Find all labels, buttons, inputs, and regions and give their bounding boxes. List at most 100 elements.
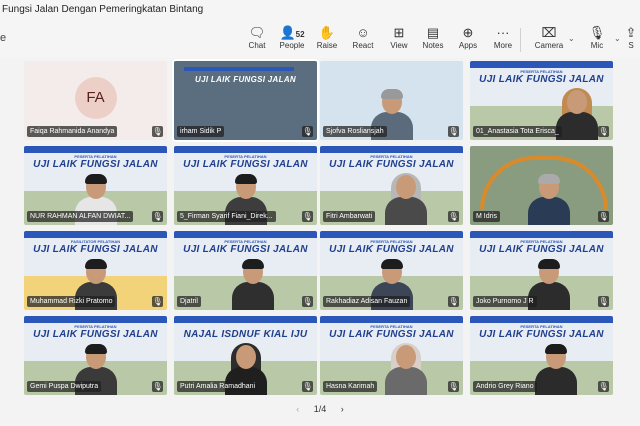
participant-tile[interactable]: PESERTA PELATIHAN UJI LAIK FUNGSI JALAN … — [174, 146, 317, 225]
mic-off-icon: 🎙 — [448, 381, 459, 392]
participant-tile[interactable]: PESERTA PELATIHAN UJI LAIK FUNGSI JALAN … — [24, 316, 167, 395]
camera-options-chevron-icon[interactable]: ⌄ — [568, 34, 575, 43]
participant-name: Gemi Puspa Dwiputra — [27, 381, 102, 392]
slide-title: UJI LAIK FUNGSI JALAN — [329, 159, 454, 170]
participant-video — [527, 174, 570, 225]
participant-name: Muhammad Rizki Pratomo — [27, 296, 116, 307]
participant-tile[interactable]: FASILITATOR PELATIHAN UJI LAIK FUNGSI JA… — [24, 231, 167, 310]
slide-banner — [470, 316, 613, 323]
head-shape — [235, 345, 256, 369]
mic-off-icon: 🎙 — [448, 296, 459, 307]
body-shape — [384, 367, 427, 395]
participant-video — [384, 343, 427, 395]
participant-name: M Idris — [473, 211, 500, 222]
mic-options-chevron-icon[interactable]: ⌄ — [614, 34, 621, 43]
participant-name: Djatril — [177, 296, 201, 307]
plus-icon: ⊕ — [462, 25, 474, 40]
camera-label: Camera — [534, 41, 564, 50]
mic-label: Mic — [590, 41, 604, 50]
mic-off-icon: 🎙 — [588, 25, 606, 40]
slide-banner — [320, 316, 463, 323]
avatar: FA — [74, 77, 117, 119]
smiley-icon: ☺ — [356, 25, 370, 40]
participant-name: 5_Firman Syarif Fiani_Direk... — [177, 211, 276, 222]
react-button[interactable]: ☺ React — [344, 24, 382, 54]
participant-tile[interactable]: PESERTA PELATIHAN UJI LAIK FUNGSI JALAN … — [174, 231, 317, 310]
apps-label: Apps — [458, 41, 478, 50]
participant-tile[interactable]: PESERTA PELATIHAN UJI LAIK FUNGSI JALAN … — [320, 146, 463, 225]
bottom-strip — [0, 416, 640, 426]
hair-shape — [380, 89, 403, 99]
raise-label: Raise — [316, 41, 338, 50]
back-icon[interactable]: e — [0, 32, 6, 44]
grid-icon: ⊞ — [393, 25, 405, 40]
slide-title: UJI LAIK FUNGSI JALAN — [183, 244, 308, 255]
body-shape — [556, 112, 599, 140]
people-label: People — [279, 41, 305, 50]
participant-name: Joko Purnomo J R — [473, 296, 537, 307]
mic-button[interactable]: 🎙 Mic — [578, 24, 616, 54]
participant-tile[interactable]: Sjofva Rosliansjah 🎙 — [320, 61, 463, 140]
slide-title: UJI LAIK FUNGSI JALAN — [33, 159, 158, 170]
participant-tile[interactable]: PESERTA PELATIHAN UJI LAIK FUNGSI JALAN … — [470, 61, 613, 140]
window-title: Fungsi Jalan Dengan Pemeringkatan Bintan… — [0, 0, 640, 20]
participant-tile[interactable]: PESERTA PELATIHAN UJI LAIK FUNGSI JALAN … — [320, 316, 463, 395]
react-label: React — [352, 41, 374, 50]
camera-button[interactable]: ⌧ Camera — [530, 24, 568, 54]
slide-banner — [24, 316, 167, 323]
mic-off-icon: 🎙 — [152, 211, 163, 222]
gallery-pager: ‹ 1/4 › — [0, 402, 640, 416]
body-shape — [527, 197, 570, 225]
people-icon: 👤52 — [279, 25, 305, 40]
hair-shape — [537, 259, 560, 269]
participant-tile[interactable]: UJI LAIK FUNGSI JALAN irham Sidik P 🎙 — [172, 59, 319, 142]
participant-video — [556, 88, 599, 140]
participant-tile[interactable]: PESERTA PELATIHAN UJI LAIK FUNGSI JALAN … — [470, 231, 613, 310]
participant-tile[interactable]: NAJAL ISDNUF KIAL IJU Putri Amalia Ramad… — [174, 316, 317, 395]
next-page-button[interactable]: › — [341, 404, 344, 414]
participant-name: Faiqa Rahmanida Anandya — [27, 126, 118, 137]
share-label: S — [628, 41, 634, 50]
hand-icon: ✋ — [318, 25, 336, 40]
participant-tile[interactable]: M Idris 🎙 — [470, 146, 613, 225]
prev-page-button[interactable]: ‹ — [296, 404, 299, 414]
hair-shape — [84, 259, 107, 269]
share-button[interactable]: ⇪ S — [622, 24, 640, 54]
raise-hand-button[interactable]: ✋ Raise — [308, 24, 346, 54]
participant-name: Fitri Ambarwati — [323, 211, 376, 222]
hair-shape — [84, 174, 107, 184]
participant-name: Sjofva Rosliansjah — [323, 126, 387, 137]
apps-button[interactable]: ⊕ Apps — [449, 24, 487, 54]
mic-off-icon: 🎙 — [302, 296, 313, 307]
mic-off-icon: 🎙 — [302, 211, 313, 222]
body-shape — [231, 282, 274, 310]
participant-tile[interactable]: PESERTA PELATIHAN UJI LAIK FUNGSI JALAN … — [320, 231, 463, 310]
mic-off-icon: 🎙 — [448, 211, 459, 222]
slide-banner — [24, 231, 167, 238]
view-button[interactable]: ⊞ View — [380, 24, 418, 54]
slide-banner — [174, 146, 317, 153]
participant-video — [384, 173, 427, 225]
slide-title: UJI LAIK FUNGSI JALAN — [479, 244, 604, 255]
notes-button[interactable]: ▤ Notes — [414, 24, 452, 54]
slide-banner — [174, 231, 317, 238]
people-button[interactable]: 👤52 People — [273, 24, 311, 54]
participant-name: 01_Anastasia Tota Erisca_ — [473, 126, 562, 137]
view-label: View — [390, 41, 408, 50]
participant-tile[interactable]: PESERTA PELATIHAN UJI LAIK FUNGSI JALAN … — [470, 316, 613, 395]
mic-off-icon: 🎙 — [152, 381, 163, 392]
mic-off-icon: 🎙 — [302, 126, 313, 137]
participant-tile[interactable]: FA Faiqa Rahmanida Anandya 🎙 — [24, 61, 167, 140]
page-indicator: 1/4 — [313, 404, 327, 414]
notes-icon: ▤ — [426, 25, 440, 40]
mic-off-icon: 🎙 — [598, 211, 609, 222]
notes-label: Notes — [422, 41, 444, 50]
participant-tile[interactable]: PESERTA PELATIHAN UJI LAIK FUNGSI JALAN … — [24, 146, 167, 225]
chat-button[interactable]: 🗨 Chat — [238, 24, 276, 54]
more-button[interactable]: ··· More — [484, 24, 522, 54]
hair-shape — [537, 174, 560, 184]
slide-banner — [470, 231, 613, 238]
participant-name: Rakhadiaz Adisan Fauzan — [323, 296, 411, 307]
chat-label: Chat — [248, 41, 266, 50]
body-shape — [384, 197, 427, 225]
